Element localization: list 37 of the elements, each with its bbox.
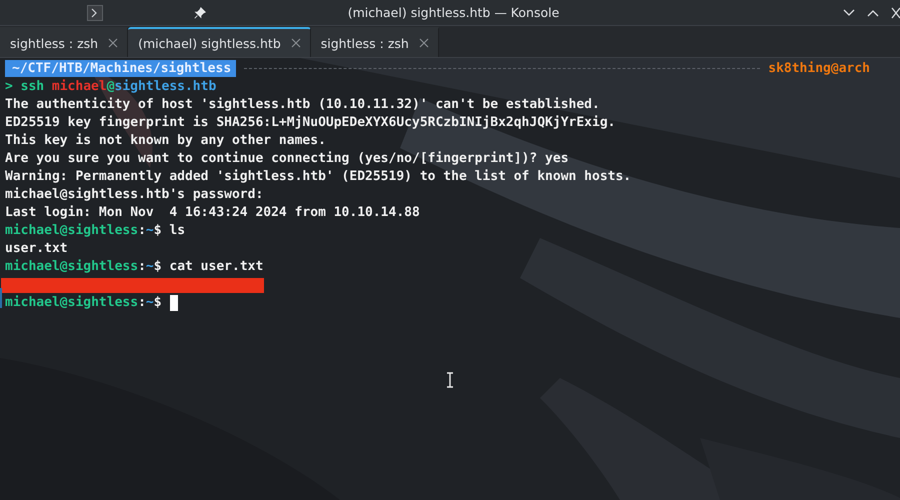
tab[interactable]: sightless : zsh [0, 27, 128, 57]
user-host: sk8thing@arch [768, 61, 870, 76]
output-text: ED25519 key fingerprint is SHA256:L+MjNuOUpEDeXYX6Ucy5RCzbINIjBx2qhJQKjYrExig. [5, 114, 616, 132]
user-name: michael [52, 78, 107, 96]
command-text: ssh [20, 78, 44, 96]
output-text: ls [168, 222, 186, 240]
home-tilde: ~ [146, 294, 154, 312]
tab[interactable]: (michael) sightless.htb [128, 27, 311, 57]
prompt-text: michael@sightless [5, 294, 138, 312]
prompt-dollar: $ [154, 294, 162, 312]
text-cursor-icon [446, 372, 454, 388]
home-tilde: ~ [146, 222, 154, 240]
output-text: cat user.txt [168, 258, 264, 276]
home-tilde: ~ [146, 258, 154, 276]
output-text: user.txt [5, 240, 68, 258]
prompt-arrow: > [5, 78, 13, 96]
prompt-dollar: $ [154, 258, 162, 276]
prompt-colon: : [138, 258, 146, 276]
prompt-colon: : [138, 294, 146, 312]
host-name: sightless.htb [114, 78, 216, 96]
tab[interactable]: sightless : zsh [310, 27, 439, 57]
output-text: The authenticity of host 'sightless.htb (10.10.11.32)' can't be established. [5, 96, 600, 114]
at-sign: @ [106, 78, 115, 96]
output-text: michael@sightless.htb's password: [5, 186, 264, 204]
prompt-dollar: $ [154, 222, 162, 240]
close-icon[interactable] [418, 38, 429, 48]
output-text: Last login: Mon Nov 4 16:43:24 2024 from 10.10.14.88 [5, 204, 420, 222]
directory-path: ~/CTF/HTB/Machines/sightless [5, 60, 236, 77]
output-text: Are you sure you want to continue connecting (yes/no/[fingerprint])? yes [5, 150, 569, 168]
window-title: (michael) sightless.htb — Konsole [346, 5, 560, 20]
output-text: Warning: Permanently added 'sightless.htb' (ED25519) to the list of known hosts. [5, 168, 632, 186]
prompt-colon: : [138, 222, 146, 240]
output-text: This key is not known by any other names. [5, 132, 326, 150]
prompt-text: michael@sightless [5, 222, 138, 240]
pin-icon[interactable] [193, 6, 207, 20]
close-icon[interactable] [108, 38, 118, 48]
prompt-text: michael@sightless [5, 258, 138, 276]
